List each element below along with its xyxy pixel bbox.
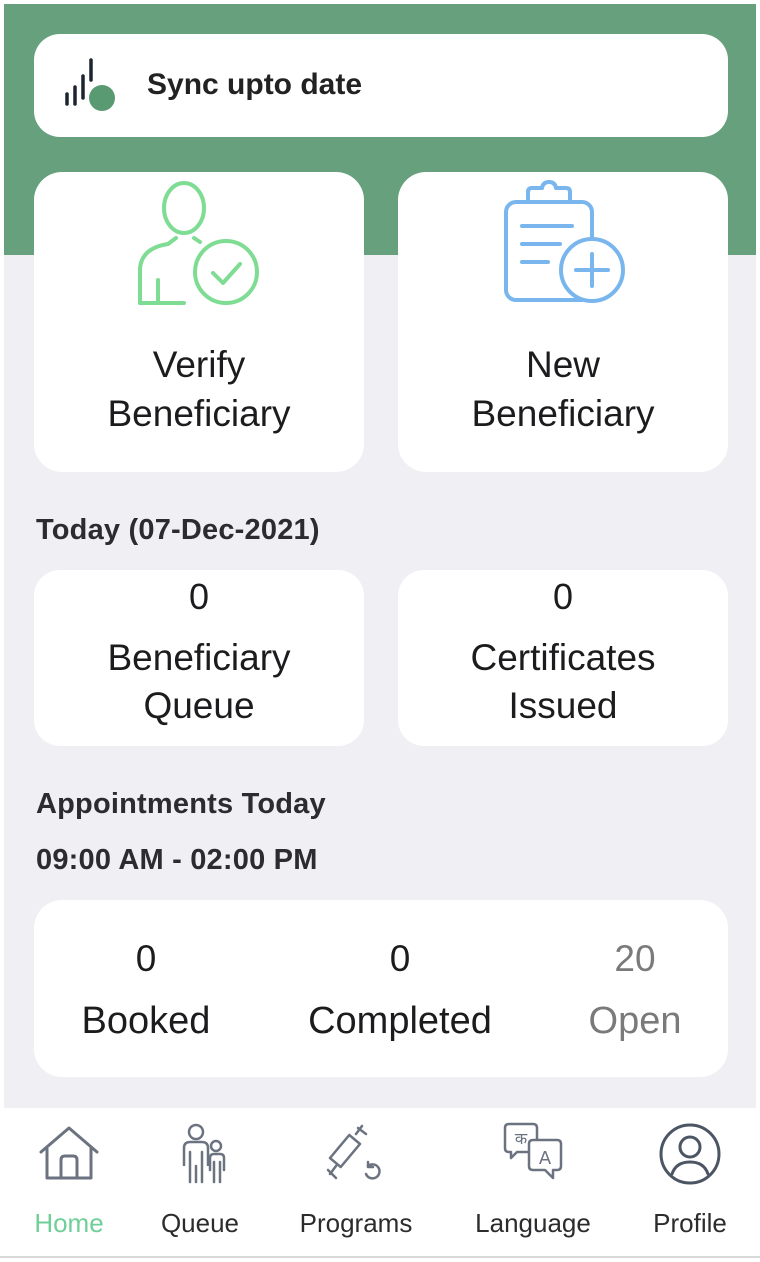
new-beneficiary-button[interactable]: New Beneficiary	[398, 172, 728, 472]
svg-text:A: A	[539, 1148, 552, 1169]
tab-language[interactable]: क A Language	[458, 1108, 608, 1258]
tab-programs[interactable]: Programs	[281, 1108, 431, 1258]
syringe-icon	[326, 1124, 381, 1180]
certificates-issued-label: Certificates Issued	[470, 637, 656, 726]
translate-icon: क A	[503, 1122, 563, 1180]
certificates-issued-count: 0	[552, 576, 574, 617]
open-label: Open	[588, 1000, 682, 1042]
beneficiary-queue-card[interactable]: 0 Beneficiary Queue	[34, 570, 364, 746]
appointments-time-range: 09:00 AM - 02:00 PM	[36, 844, 318, 876]
home-icon	[39, 1126, 99, 1180]
verify-beneficiary-button[interactable]: Verify Beneficiary	[34, 172, 364, 472]
new-beneficiary-label: New Beneficiary	[471, 344, 655, 434]
verify-beneficiary-label: Verify Beneficiary	[107, 344, 291, 434]
appointments-heading: Appointments Today	[36, 788, 326, 820]
beneficiary-queue-label: Beneficiary Queue	[107, 637, 291, 726]
verify-user-icon	[138, 181, 259, 305]
certificates-issued-card[interactable]: 0 Certificates Issued	[398, 570, 728, 746]
tab-profile-label: Profile	[653, 1208, 727, 1238]
svg-text:क: क	[515, 1129, 528, 1148]
bottom-tab-bar: Home Queue Programs क A Language Profile	[0, 1108, 760, 1258]
completed-count: 0	[389, 938, 411, 979]
booked-count: 0	[135, 938, 157, 979]
today-heading: Today (07-Dec-2021)	[36, 514, 320, 546]
tab-profile[interactable]: Profile	[615, 1108, 760, 1258]
signal-sync-icon	[65, 58, 115, 111]
appointments-summary-card: 0 Booked 0 Completed 20 Open	[34, 900, 728, 1077]
completed-label: Completed	[308, 1000, 492, 1042]
clipboard-add-icon	[504, 180, 625, 303]
beneficiary-queue-count: 0	[188, 576, 210, 617]
tab-queue[interactable]: Queue	[125, 1108, 275, 1258]
people-icon	[182, 1123, 226, 1184]
profile-icon	[659, 1123, 721, 1185]
home-screen: Sync upto date Verify Beneficiary New Be…	[4, 4, 756, 1108]
tab-programs-label: Programs	[299, 1208, 413, 1238]
sync-status-card[interactable]: Sync upto date	[34, 34, 728, 137]
booked-label: Booked	[81, 1000, 211, 1042]
sync-status-text: Sync upto date	[147, 68, 363, 101]
open-count: 20	[614, 938, 656, 979]
